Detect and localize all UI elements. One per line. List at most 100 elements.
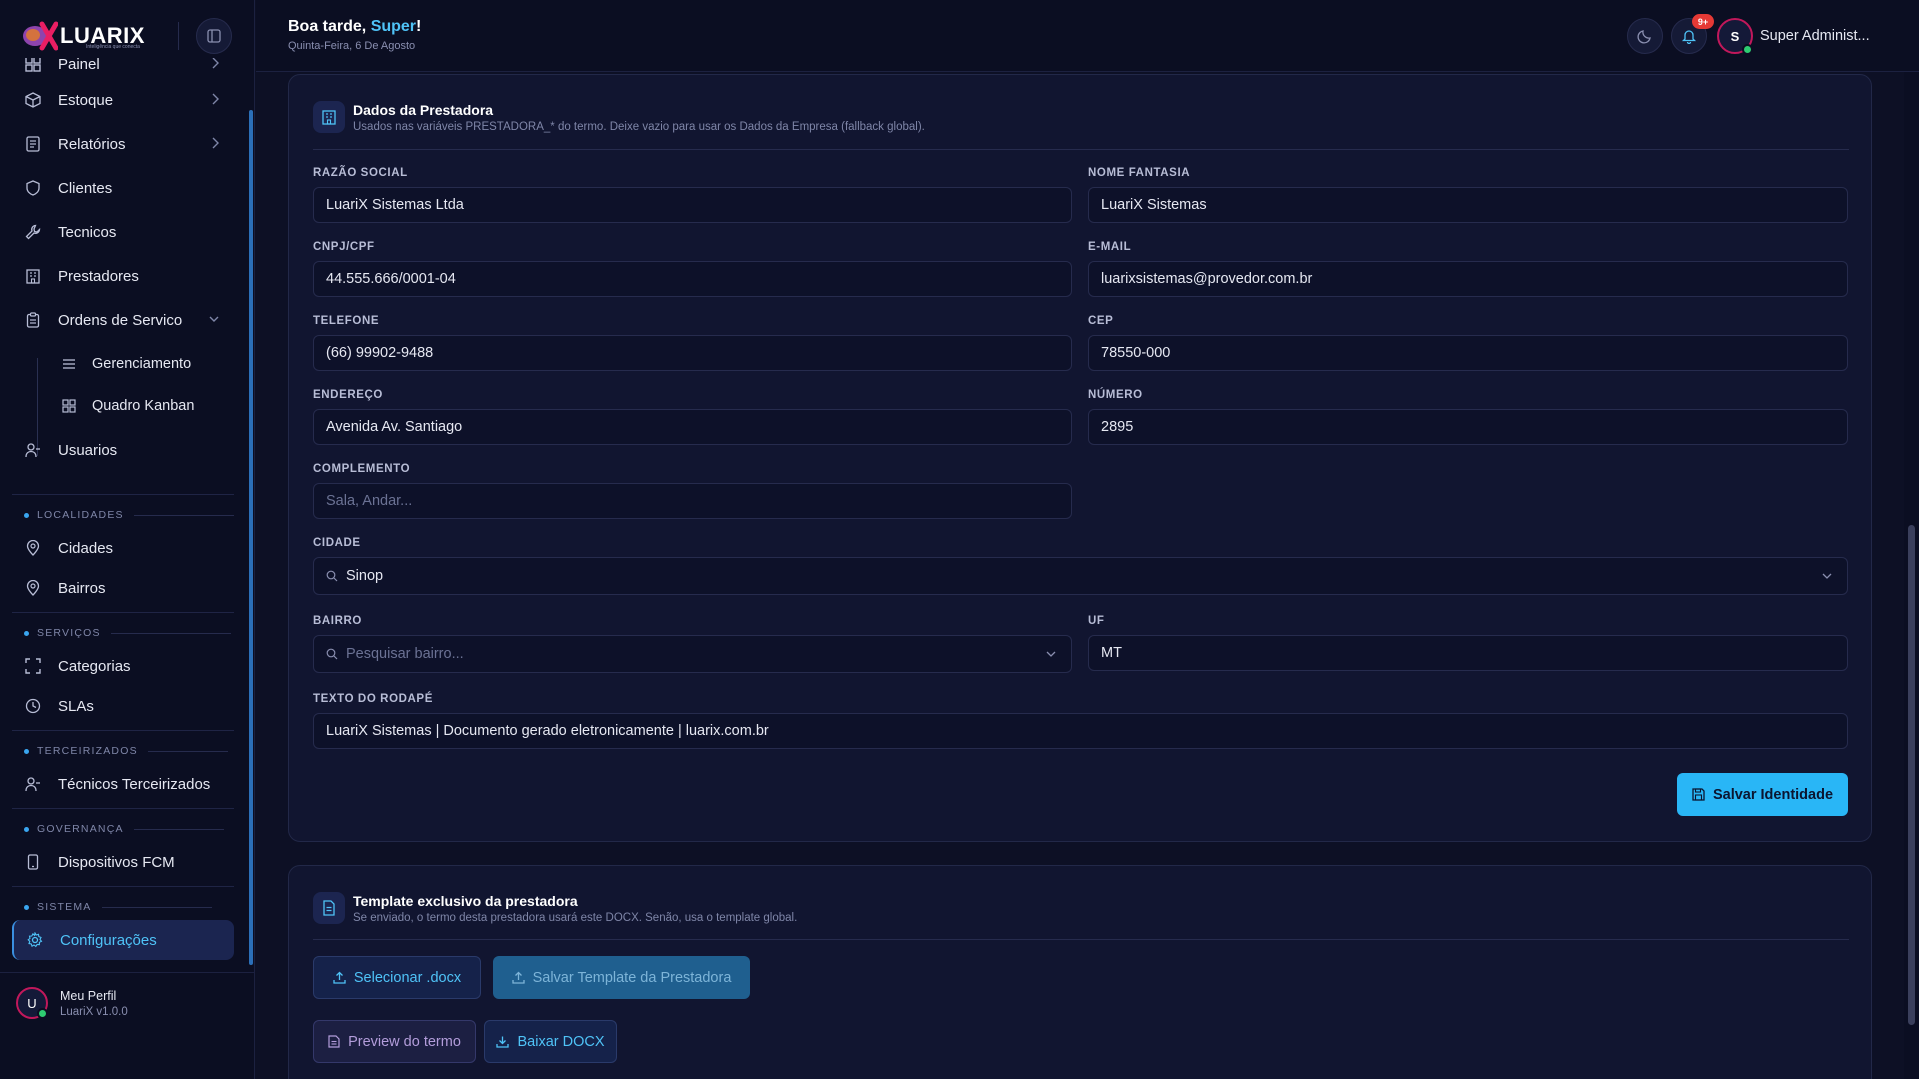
nav-divider	[12, 494, 234, 495]
numero-input[interactable]: 2895	[1088, 409, 1848, 445]
map-pin-icon	[24, 579, 42, 597]
sidebar-item-label: SLAs	[58, 697, 94, 715]
online-status-icon	[1742, 44, 1753, 55]
save-template-button[interactable]: Salvar Template da Prestadora	[493, 956, 750, 999]
razao-social-input[interactable]: LuariX Sistemas Ltda	[313, 187, 1072, 223]
sidebar-item-tecnicos[interactable]: Tecnicos	[12, 212, 234, 252]
section-title: SISTEMA	[37, 901, 92, 913]
preview-term-button[interactable]: Preview do termo	[313, 1020, 476, 1063]
cidade-value: Sinop	[346, 568, 384, 584]
sidebar-item-configuracoes[interactable]: Configurações	[12, 920, 234, 960]
card-subtitle: Se enviado, o termo desta prestadora usa…	[353, 912, 798, 924]
sidebar-item-bairros[interactable]: Bairros	[12, 568, 234, 608]
theme-toggle-button[interactable]	[1627, 18, 1663, 54]
sidebar-item-clientes[interactable]: Clientes	[12, 168, 234, 208]
template-card: Template exclusivo da prestadora Se envi…	[288, 865, 1872, 1079]
section-title: LOCALIDADES	[37, 509, 124, 521]
sidebar-item-ordens-de-servico[interactable]: Ordens de Servico	[12, 300, 234, 340]
save-template-label: Salvar Template da Prestadora	[532, 969, 732, 986]
upload-icon	[333, 971, 346, 984]
clipboard-icon	[24, 311, 42, 329]
sidebar-item-quadro-kanban[interactable]: Quadro Kanban	[46, 386, 234, 426]
bell-icon	[1681, 30, 1697, 44]
card-divider	[313, 939, 1849, 940]
sidebar-scrollbar[interactable]	[249, 110, 253, 965]
current-date: Quinta-Feira, 6 De Agosto	[288, 40, 416, 52]
save-identity-button[interactable]: Salvar Identidade	[1677, 773, 1848, 816]
building-icon	[24, 267, 42, 285]
package-icon	[24, 91, 42, 109]
section-title: SERVIÇOS	[37, 627, 101, 639]
cidade-label: CIDADE	[313, 537, 361, 549]
search-icon	[326, 570, 338, 582]
cnpj-input[interactable]: 44.555.666/0001-04	[313, 261, 1072, 297]
user-icon	[24, 441, 42, 459]
page-scrollbar-thumb[interactable]	[1908, 525, 1915, 1025]
report-icon	[24, 135, 42, 153]
section-dot	[24, 748, 29, 754]
section-header-terceirizados: TERCEIRIZADOS	[24, 744, 228, 758]
sidebar-item-gerenciamento[interactable]: Gerenciamento	[46, 344, 234, 384]
card-title: Dados da Prestadora	[353, 102, 494, 118]
brand-tagline: Inteligência que conecta	[86, 44, 140, 50]
avatar-initial: S	[1730, 28, 1740, 44]
profile-name: Meu Perfil	[60, 989, 117, 1003]
sidebar-item-slas[interactable]: SLAs	[12, 686, 234, 726]
gear-icon	[26, 931, 44, 949]
sidebar-item-label: Cidades	[58, 539, 114, 557]
sidebar-item-relatorios[interactable]: Relatórios	[12, 124, 234, 164]
notification-badge: 9+	[1692, 14, 1714, 29]
sidebar-item-label: Usuarios	[58, 441, 118, 459]
sidebar-collapse-button[interactable]	[196, 18, 232, 54]
email-input[interactable]: luarixsistemas@provedor.com.br	[1088, 261, 1848, 297]
sidebar-item-estoque[interactable]: Estoque	[12, 80, 234, 120]
user-name[interactable]: Super Administ...	[1760, 28, 1870, 44]
profile-footer[interactable]: U Meu Perfil LuariX v1.0.0	[0, 972, 255, 1079]
greeting-prefix: Boa tarde,	[288, 18, 371, 35]
select-docx-button[interactable]: Selecionar .docx	[313, 956, 481, 999]
complemento-input[interactable]: Sala, Andar...	[313, 483, 1072, 519]
section-header-servicos: SERVIÇOS	[24, 626, 231, 640]
document-icon	[313, 892, 345, 924]
rodape-label: TEXTO DO RODAPÉ	[313, 693, 433, 705]
bairro-select[interactable]: Pesquisar bairro...	[313, 635, 1072, 673]
cidade-select[interactable]: Sinop	[313, 557, 1848, 595]
section-dot	[24, 512, 29, 518]
section-line	[147, 750, 228, 752]
uf-input[interactable]: MT	[1088, 635, 1848, 671]
sidebar-item-label: Quadro Kanban	[92, 398, 195, 414]
endereco-input[interactable]: Avenida Av. Santiago	[313, 409, 1072, 445]
save-identity-label: Salvar Identidade	[1712, 786, 1834, 803]
email-label: E-MAIL	[1088, 241, 1132, 253]
greeting-name: Super	[370, 18, 417, 35]
cnpj-label: CNPJ/CPF	[313, 241, 375, 253]
greeting: Boa tarde, Super!	[288, 18, 421, 36]
section-header-governanca: GOVERNANÇA	[24, 822, 224, 836]
sidebar-item-label: Categorias	[58, 657, 131, 675]
sidebar-item-cidades[interactable]: Cidades	[12, 528, 234, 568]
shield-icon	[24, 179, 42, 197]
bairro-placeholder: Pesquisar bairro...	[346, 646, 464, 662]
sidebar-item-dispositivos-fcm[interactable]: Dispositivos FCM	[12, 842, 234, 882]
online-status-icon	[37, 1008, 48, 1019]
sidebar-item-prestadores[interactable]: Prestadores	[12, 256, 234, 296]
sidebar-item-label: Prestadores	[58, 267, 139, 285]
chevron-right-icon	[210, 92, 220, 110]
section-header-localidades: LOCALIDADES	[24, 508, 234, 522]
telefone-input[interactable]: (66) 99902-9488	[313, 335, 1072, 371]
nav-divider	[12, 808, 234, 809]
sidebar-item-categorias[interactable]: Categorias	[12, 646, 234, 686]
nome-fantasia-input[interactable]: LuariX Sistemas	[1088, 187, 1848, 223]
document-icon	[328, 1035, 340, 1048]
sidebar-item-usuarios[interactable]: Usuarios	[12, 430, 234, 470]
rodape-input[interactable]: LuariX Sistemas | Documento gerado eletr…	[313, 713, 1848, 749]
chevron-down-icon	[1821, 570, 1833, 586]
wrench-icon	[24, 223, 42, 241]
cep-input[interactable]: 78550-000	[1088, 335, 1848, 371]
section-header-sistema: SISTEMA	[24, 900, 212, 914]
numero-label: NÚMERO	[1088, 389, 1143, 401]
download-docx-button[interactable]: Baixar DOCX	[484, 1020, 617, 1063]
sidebar-item-tecnicos-terceirizados[interactable]: Técnicos Terceirizados	[12, 764, 234, 804]
sidebar-toggle-icon	[207, 29, 221, 43]
sidebar-item-label: Configurações	[60, 931, 157, 949]
